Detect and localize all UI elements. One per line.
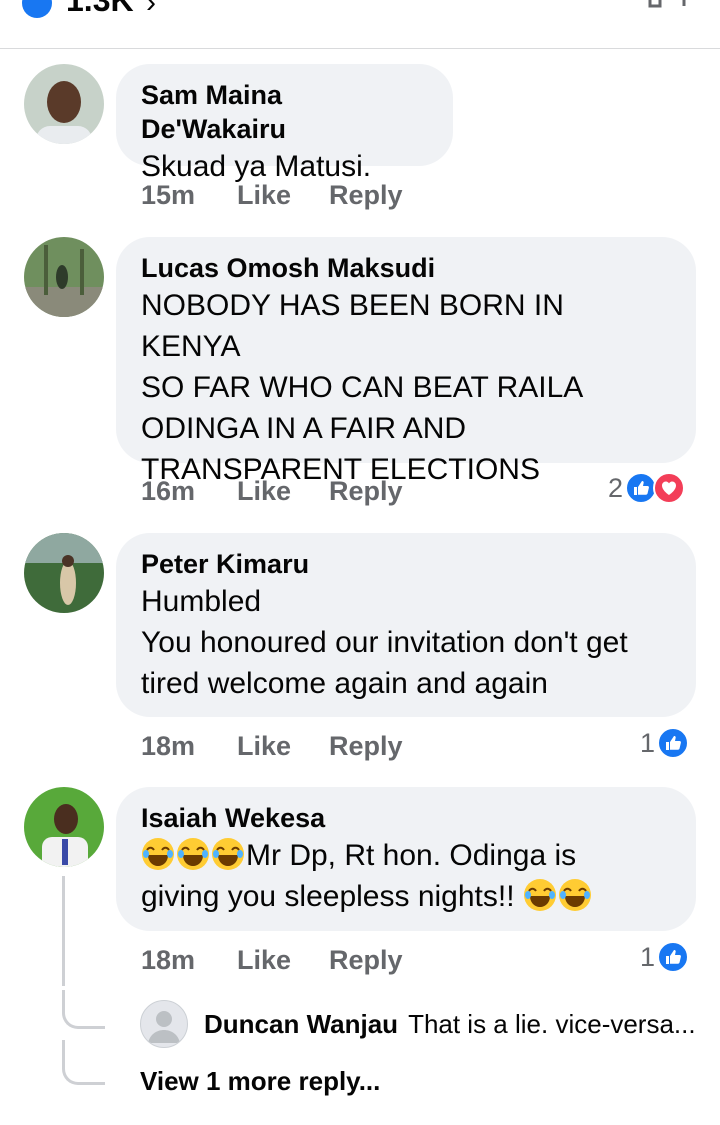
like-outline-icon[interactable] [646,0,690,25]
laughing-emoji-icon [523,879,558,913]
like-icon [657,727,690,759]
comment-bubble: Lucas Omosh Maksudi NOBODY HAS BEEN BORN… [116,237,696,486]
comment-timestamp[interactable]: 16m [141,476,195,507]
comment-author[interactable]: Isaiah Wekesa [141,801,670,835]
reaction-count: 1 [640,941,656,972]
avatar-isaiah[interactable] [24,787,104,867]
like-button[interactable]: Like [237,180,291,211]
thread-connector [62,1040,105,1085]
laughing-emoji-icon [211,838,246,872]
comment-text: NOBODY HAS BEEN BORN IN KENYA SO FAR WHO… [141,289,584,486]
love-icon [653,472,686,504]
comment-text-line1: Mr Dp, Rt hon. Odinga is [246,839,577,872]
like-button[interactable]: Like [237,945,291,976]
reaction-summary[interactable]: 2 [608,472,686,504]
default-avatar-icon[interactable] [140,1000,188,1048]
post-reaction-bar: 1.3K › [0,0,720,49]
comment-text-line2: giving you sleepless nights!! [141,880,523,913]
reply-button[interactable]: Reply [329,476,403,507]
thread-line [62,876,65,986]
avatar-peter[interactable] [24,533,104,613]
reply-button[interactable]: Reply [329,180,403,211]
laughing-emoji-icon [176,838,211,872]
comment-timestamp[interactable]: 18m [141,731,195,762]
chevron-right-icon[interactable]: › [146,0,156,20]
comment-timestamp[interactable]: 18m [141,945,195,976]
reply-preview[interactable]: Duncan Wanjau That is a lie. vice-versa.… [140,1000,696,1048]
avatar-sam[interactable] [24,64,104,144]
like-reaction-icon [22,0,52,18]
reaction-summary[interactable]: 1 [640,941,690,973]
reaction-count: 1 [640,727,656,758]
avatar-lucas[interactable] [24,237,104,317]
comment-text: Mr Dp, Rt hon. Odinga is giving you sleep… [141,835,670,917]
like-button[interactable]: Like [237,731,291,762]
reaction-count[interactable]: 1.3K [66,0,134,19]
reaction-summary[interactable]: 1 [640,727,690,759]
thread-connector [62,990,105,1029]
like-button[interactable]: Like [237,476,291,507]
comment-timestamp[interactable]: 15m [141,180,195,211]
reply-snippet: That is a lie. vice-versa... [408,1008,696,1039]
comment-bubble: Isaiah Wekesa Mr Dp, Rt hon. Odinga is gi… [116,787,696,931]
reply-author[interactable]: Duncan Wanjau [204,1009,398,1040]
comment-text: Humbled You honoured our invitation don'… [141,585,628,700]
comment-author[interactable]: Peter Kimaru [141,547,670,581]
laughing-emoji-icon [141,838,176,872]
reply-button[interactable]: Reply [329,731,403,762]
comment-bubble: Sam Maina De'Wakairu Skuad ya Matusi. [116,64,453,183]
like-icon [657,941,690,973]
comment-author[interactable]: Sam Maina De'Wakairu [141,78,427,146]
comment-author[interactable]: Lucas Omosh Maksudi [141,251,670,285]
reply-button[interactable]: Reply [329,945,403,976]
laughing-emoji-icon [558,879,593,913]
view-more-replies-link[interactable]: View 1 more reply... [140,1066,380,1097]
reaction-count: 2 [608,472,624,503]
comment-bubble: Peter Kimaru Humbled You honoured our in… [116,533,696,717]
